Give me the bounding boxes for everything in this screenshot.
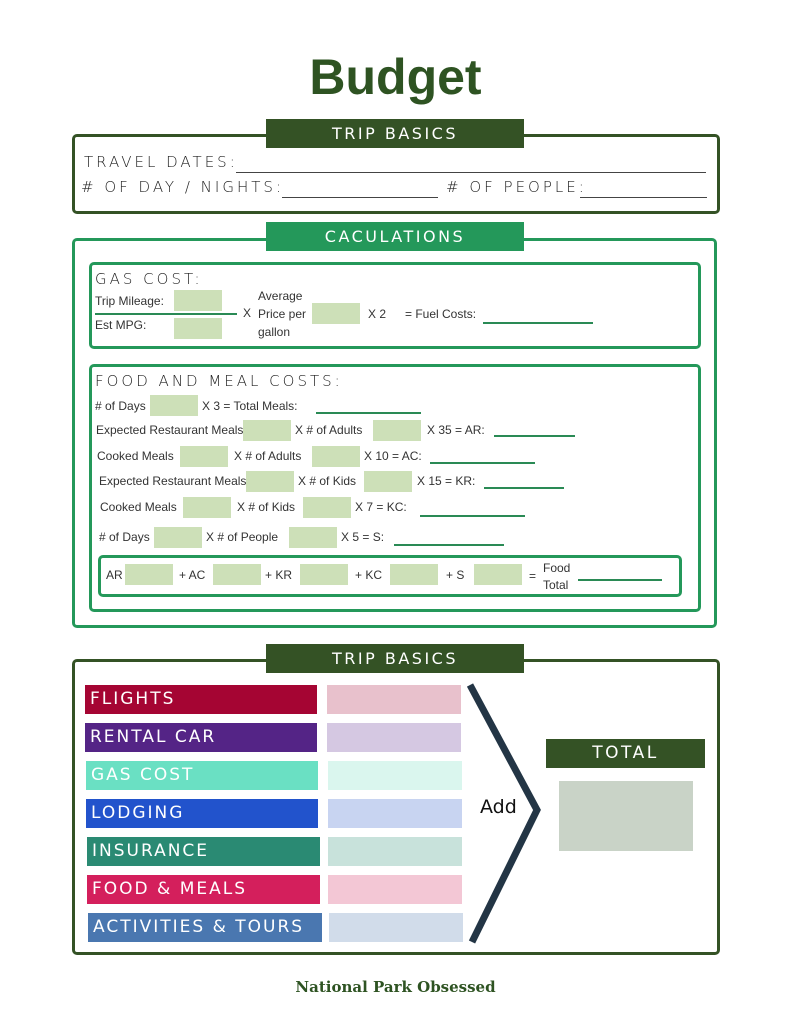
- page-title: Budget: [309, 49, 482, 105]
- avg-price-input[interactable]: [312, 303, 360, 324]
- food-total-field[interactable]: [578, 579, 662, 581]
- food-row-6-input-a[interactable]: [154, 527, 202, 548]
- category-label: FOOD & MEALS: [87, 875, 320, 904]
- food-row-2-input-b[interactable]: [373, 420, 421, 441]
- food-row-1-op: X 3 = Total Meals:: [202, 399, 298, 413]
- people-field[interactable]: [580, 197, 707, 198]
- food-row-5-input-a[interactable]: [183, 497, 231, 518]
- ac-field[interactable]: [430, 462, 535, 464]
- category-amount-field[interactable]: [327, 723, 461, 752]
- trip-mileage-input[interactable]: [174, 290, 222, 311]
- category-label: RENTAL CAR: [85, 723, 317, 752]
- ar-field[interactable]: [494, 435, 575, 437]
- sum-ac-label: + AC: [179, 568, 206, 582]
- times-two: X 2: [368, 307, 387, 321]
- category-label: FLIGHTS: [85, 685, 317, 714]
- food-row-3-label: Cooked Meals: [97, 449, 174, 463]
- total-meals-field[interactable]: [316, 412, 421, 414]
- food-total-label-1: Food: [543, 561, 571, 575]
- total-amount-field[interactable]: [559, 781, 693, 851]
- food-row-1-label: # of Days: [95, 399, 146, 413]
- people-label: # OF PEOPLE:: [446, 178, 587, 196]
- food-row-5-input-b[interactable]: [303, 497, 351, 518]
- kr-field[interactable]: [484, 487, 564, 489]
- category-amount-field[interactable]: [329, 913, 463, 942]
- food-row-2-input-a[interactable]: [243, 420, 291, 441]
- avg-price-label-2: Price per: [258, 307, 307, 321]
- sum-kr-label: + KR: [265, 568, 293, 582]
- avg-price-label-1: Average: [258, 289, 303, 303]
- food-row-6-label: # of Days: [99, 530, 150, 544]
- food-row-4-input-a[interactable]: [246, 471, 294, 492]
- food-row-2-op1: X # of Adults: [295, 423, 363, 437]
- footer-brand: National Park Obsessed: [295, 978, 496, 996]
- s-field[interactable]: [394, 544, 504, 546]
- food-row-6-op2: X 5 = S:: [341, 530, 385, 544]
- sum-equals: =: [529, 569, 537, 583]
- food-costs-heading: FOOD AND MEAL COSTS:: [95, 372, 343, 390]
- fuel-costs-field[interactable]: [483, 322, 593, 324]
- food-row-5-op1: X # of Kids: [237, 500, 296, 514]
- total-banner: TOTAL: [546, 739, 705, 768]
- food-row-3-op1: X # of Adults: [234, 449, 302, 463]
- food-row-3-input-a[interactable]: [180, 446, 228, 467]
- summary-banner: TRIP BASICS: [266, 644, 524, 673]
- sum-ac-input[interactable]: [213, 564, 261, 585]
- food-row-6-input-b[interactable]: [289, 527, 337, 548]
- travel-dates-label: TRAVEL DATES:: [84, 153, 238, 171]
- est-mpg-label: Est MPG:: [95, 318, 147, 332]
- category-amount-field[interactable]: [327, 685, 461, 714]
- food-row-6-op1: X # of People: [206, 530, 279, 544]
- trip-basics-banner: TRIP BASICS: [266, 119, 524, 148]
- est-mpg-input[interactable]: [174, 318, 222, 339]
- food-row-1-input[interactable]: [150, 395, 198, 416]
- food-row-4-op2: X 15 = KR:: [417, 474, 476, 488]
- sum-s-input[interactable]: [474, 564, 522, 585]
- food-row-4-op1: X # of Kids: [298, 474, 357, 488]
- sum-s-label: + S: [446, 568, 465, 582]
- category-amount-field[interactable]: [328, 875, 462, 904]
- food-row-2-op2: X 35 = AR:: [427, 423, 485, 437]
- category-label: INSURANCE: [87, 837, 320, 866]
- avg-price-label-3: gallon: [258, 325, 291, 339]
- trip-mileage-label: Trip Mileage:: [95, 294, 164, 308]
- category-label: ACTIVITIES & TOURS: [88, 913, 322, 942]
- kc-field[interactable]: [420, 515, 525, 517]
- food-row-2-label: Expected Restaurant Meals: [96, 423, 244, 437]
- category-amount-field[interactable]: [328, 837, 462, 866]
- food-row-3-op2: X 10 = AC:: [364, 449, 422, 463]
- sum-ar-label: AR: [106, 568, 123, 582]
- category-label: GAS COST: [86, 761, 318, 790]
- food-row-4-input-b[interactable]: [364, 471, 412, 492]
- travel-dates-field[interactable]: [236, 172, 706, 173]
- category-amount-field[interactable]: [328, 761, 462, 790]
- sum-ar-input[interactable]: [125, 564, 173, 585]
- sum-kr-input[interactable]: [300, 564, 348, 585]
- food-total-label-2: Total: [543, 578, 569, 592]
- calculations-banner: CACULATIONS: [266, 222, 524, 251]
- fuel-costs-label: = Fuel Costs:: [405, 307, 477, 321]
- sum-kc-input[interactable]: [390, 564, 438, 585]
- days-nights-label: # OF DAY / NIGHTS:: [81, 178, 284, 196]
- food-row-3-input-b[interactable]: [312, 446, 360, 467]
- category-amount-field[interactable]: [328, 799, 462, 828]
- days-nights-field[interactable]: [282, 197, 438, 198]
- fraction-line: [95, 313, 237, 315]
- gas-cost-heading: GAS COST:: [95, 270, 203, 288]
- food-row-5-label: Cooked Meals: [100, 500, 177, 514]
- sum-kc-label: + KC: [355, 568, 383, 582]
- food-row-5-op2: X 7 = KC:: [355, 500, 407, 514]
- add-label: Add: [480, 796, 517, 818]
- times-operator: X: [243, 306, 252, 320]
- food-row-4-label: Expected Restaurant Meals: [99, 474, 247, 488]
- category-label: LODGING: [86, 799, 318, 828]
